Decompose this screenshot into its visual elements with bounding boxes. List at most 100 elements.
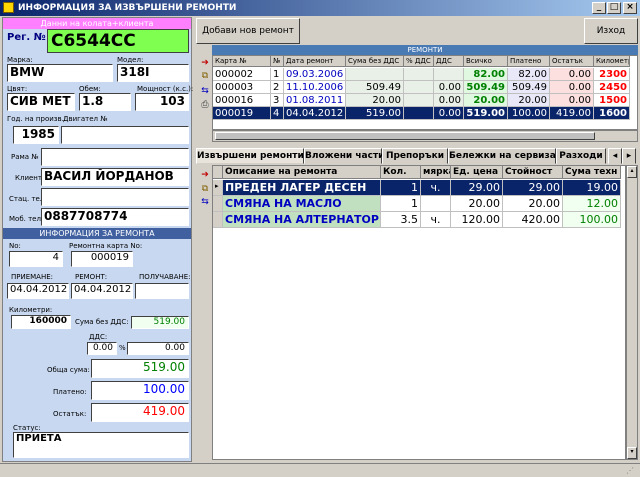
repair-no-field[interactable]: 4 xyxy=(9,251,63,267)
repairs-hscrollbar[interactable] xyxy=(212,130,638,142)
work-cell[interactable]: 1 xyxy=(381,196,421,212)
work-cell[interactable] xyxy=(421,196,451,212)
work-cell[interactable]: ч. xyxy=(421,180,451,196)
repairs-cell[interactable]: 2300 xyxy=(594,68,630,81)
repairs-cell[interactable]: 509.49 xyxy=(346,81,404,94)
go-to-record-icon[interactable]: ➔ xyxy=(199,58,211,69)
repairs-header-7[interactable]: Платено xyxy=(508,56,550,67)
repairs-cell[interactable]: 11.10.2006 xyxy=(284,81,346,94)
landline-field[interactable] xyxy=(41,188,189,206)
repairs-cell[interactable]: 1 xyxy=(271,68,284,81)
repairs-hscroll-thumb[interactable] xyxy=(215,132,595,140)
work-cell[interactable]: 1 xyxy=(381,180,421,196)
repairs-cell[interactable]: 000016 xyxy=(213,94,271,107)
repairs-cell[interactable]: 1500 xyxy=(594,94,630,107)
work-cell[interactable]: 29.00 xyxy=(503,180,563,196)
pickup-date-field[interactable] xyxy=(135,283,189,299)
edit-work-icon[interactable]: ⧉ xyxy=(199,184,211,195)
minimize-button[interactable]: _ xyxy=(592,2,606,14)
mobile-field[interactable]: 0887708774 xyxy=(41,208,189,226)
client-field[interactable]: ВАСИЛ ЙОРДАНОВ xyxy=(41,168,189,186)
maximize-button[interactable]: □ xyxy=(607,2,621,14)
work-cell[interactable]: 3.5 xyxy=(381,212,421,228)
status-field[interactable]: ПРИЕТА xyxy=(13,432,189,458)
transfer-icon[interactable]: ⇆ xyxy=(199,86,211,97)
engine-field[interactable] xyxy=(61,126,189,144)
repairs-cell[interactable]: 0.00 xyxy=(434,81,464,94)
repairs-cell[interactable]: 2 xyxy=(271,81,284,94)
tab-recommendations[interactable]: Препоръки xyxy=(382,148,448,164)
year-field[interactable]: 1985 xyxy=(13,126,59,144)
power-field[interactable]: 103 xyxy=(135,93,189,111)
repairs-header-6[interactable]: Всичко xyxy=(464,56,508,67)
repairs-cell[interactable]: 000003 xyxy=(213,81,271,94)
repairs-header-3[interactable]: Сума без ДДС xyxy=(346,56,404,67)
repairs-header-9[interactable]: Километр xyxy=(594,56,630,67)
tab-expenses[interactable]: Разходи xyxy=(556,148,606,164)
tab-performed-repairs[interactable]: Извършени ремонти xyxy=(196,148,304,164)
work-cell[interactable]: 120.00 xyxy=(451,212,503,228)
repair-card-field[interactable]: 000019 xyxy=(71,251,133,267)
work-grid[interactable]: Описание на ремонтаКол.мяркаЕд. ценаСтой… xyxy=(212,165,626,460)
color-field[interactable]: СИВ МЕТ xyxy=(7,93,75,111)
work-vscrollbar[interactable]: ▴ ▾ xyxy=(626,165,638,460)
reg-number-field[interactable]: C6544CC xyxy=(47,29,189,53)
repairs-cell[interactable]: 519.00 xyxy=(464,107,508,120)
repairs-cell[interactable]: 4 xyxy=(271,107,284,120)
row-indicator-icon[interactable] xyxy=(213,196,223,212)
row-indicator-icon[interactable] xyxy=(213,212,223,228)
repairs-cell[interactable] xyxy=(346,68,404,81)
row-indicator-icon[interactable]: ▸ xyxy=(213,180,223,196)
repairs-header-8[interactable]: Остатък xyxy=(550,56,594,67)
close-button[interactable]: × xyxy=(623,2,637,14)
repairs-cell[interactable]: 000002 xyxy=(213,68,271,81)
repairs-cell[interactable]: 0.00 xyxy=(550,94,594,107)
work-cell[interactable]: ПРЕДЕН ЛАГЕР ДЕСЕН xyxy=(223,180,381,196)
add-repair-button[interactable]: Добави нов ремонт xyxy=(196,18,300,44)
repairs-cell[interactable] xyxy=(404,68,434,81)
resize-grip-icon[interactable]: ⋰ xyxy=(626,466,638,476)
work-header-1[interactable]: Кол. xyxy=(381,166,421,179)
add-work-icon[interactable]: ➔ xyxy=(199,170,211,181)
work-cell[interactable]: 420.00 xyxy=(503,212,563,228)
exit-button[interactable]: Изход xyxy=(584,18,638,44)
repairs-cell[interactable]: 0.00 xyxy=(550,81,594,94)
repair-date-field[interactable]: 04.04.2012 xyxy=(71,283,133,299)
repairs-cell[interactable] xyxy=(404,107,434,120)
repairs-cell[interactable]: 01.08.2011 xyxy=(284,94,346,107)
repairs-cell[interactable]: 0.00 xyxy=(434,107,464,120)
repairs-header-4[interactable]: % ДДС xyxy=(404,56,434,67)
km-field[interactable]: 160000 xyxy=(11,315,71,329)
repairs-cell[interactable] xyxy=(404,94,434,107)
repairs-cell[interactable]: 2450 xyxy=(594,81,630,94)
repairs-cell[interactable]: 519.00 xyxy=(346,107,404,120)
work-cell[interactable]: 12.00 xyxy=(563,196,621,212)
net-field[interactable]: 519.00 xyxy=(131,316,189,329)
vat-amount-field[interactable]: 0.00 xyxy=(127,342,189,355)
work-cell[interactable]: 20.00 xyxy=(451,196,503,212)
repairs-cell[interactable] xyxy=(404,81,434,94)
scroll-down-icon[interactable]: ▾ xyxy=(627,447,637,459)
rest-field[interactable]: 419.00 xyxy=(91,403,189,422)
repairs-cell[interactable] xyxy=(434,68,464,81)
scroll-up-icon[interactable]: ▴ xyxy=(627,166,637,178)
repairs-cell[interactable]: 100.00 xyxy=(508,107,550,120)
repairs-cell[interactable]: 20.00 xyxy=(464,94,508,107)
work-cell[interactable]: 100.00 xyxy=(563,212,621,228)
frame-field[interactable] xyxy=(41,148,189,166)
print-icon[interactable]: ⎙ xyxy=(199,100,211,111)
repairs-cell[interactable]: 000019 xyxy=(213,107,271,120)
work-cell[interactable]: 20.00 xyxy=(503,196,563,212)
work-header-indicator[interactable] xyxy=(213,166,223,179)
repairs-cell[interactable]: 82.00 xyxy=(464,68,508,81)
volume-field[interactable]: 1.8 xyxy=(79,93,131,111)
repairs-cell[interactable]: 20.00 xyxy=(508,94,550,107)
transfer-work-icon[interactable]: ⇆ xyxy=(199,197,211,208)
repairs-cell[interactable]: 509.49 xyxy=(508,81,550,94)
make-field[interactable]: BMW xyxy=(7,64,113,82)
repairs-header-1[interactable]: № xyxy=(271,56,284,67)
work-cell[interactable]: 29.00 xyxy=(451,180,503,196)
repairs-cell[interactable]: 1600 xyxy=(594,107,630,120)
repairs-cell[interactable]: 0.00 xyxy=(434,94,464,107)
tab-service-notes[interactable]: Бележки на сервиза xyxy=(448,148,556,164)
